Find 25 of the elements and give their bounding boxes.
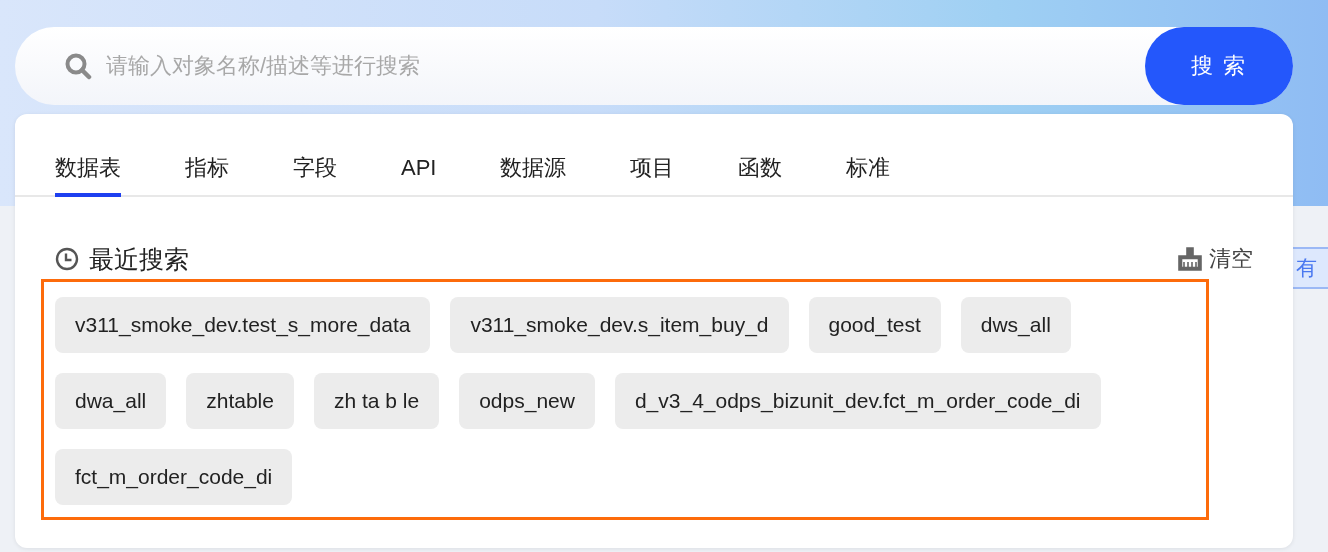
recent-search-tag[interactable]: odps_new <box>459 373 595 429</box>
tab[interactable]: 数据源 <box>500 114 567 197</box>
recent-search-tag[interactable]: zh ta b le <box>313 373 440 429</box>
recent-search-tag[interactable]: dwa_all <box>55 373 167 429</box>
clear-button[interactable]: 清空 <box>1177 244 1253 274</box>
recent-search-tag[interactable]: zhtable <box>186 373 294 429</box>
recent-search-tag[interactable]: v311_smoke_dev.test_s_more_data <box>55 297 431 353</box>
tab[interactable]: 函数 <box>738 114 783 197</box>
recent-search-tag[interactable]: fct_m_order_code_di <box>55 449 293 505</box>
tab[interactable]: 指标 <box>185 114 229 197</box>
tab[interactable]: API <box>401 114 437 197</box>
clock-icon <box>55 247 79 271</box>
search-button[interactable]: 搜 索 <box>1145 27 1293 105</box>
recent-search-tag[interactable]: dws_all <box>960 297 1071 353</box>
section-title: 最近搜索 <box>89 243 190 275</box>
broom-icon <box>1177 246 1203 272</box>
search-field[interactable]: 请输入对象名称/描述等进行搜索 搜 索 <box>15 27 1293 105</box>
recent-search-tag[interactable]: d_v3_4_odps_bizunit_dev.fct_m_order_code_di <box>614 373 1101 429</box>
recent-search-tag[interactable]: v311_smoke_dev.s_item_buy_d <box>450 297 789 353</box>
recent-search-tag[interactable]: good_test <box>808 297 941 353</box>
tab[interactable]: 数据表 <box>55 114 121 197</box>
tab[interactable]: 标准 <box>846 114 891 197</box>
search-icon <box>64 52 92 80</box>
tab[interactable]: 字段 <box>293 114 337 197</box>
tab[interactable]: 项目 <box>630 114 675 197</box>
